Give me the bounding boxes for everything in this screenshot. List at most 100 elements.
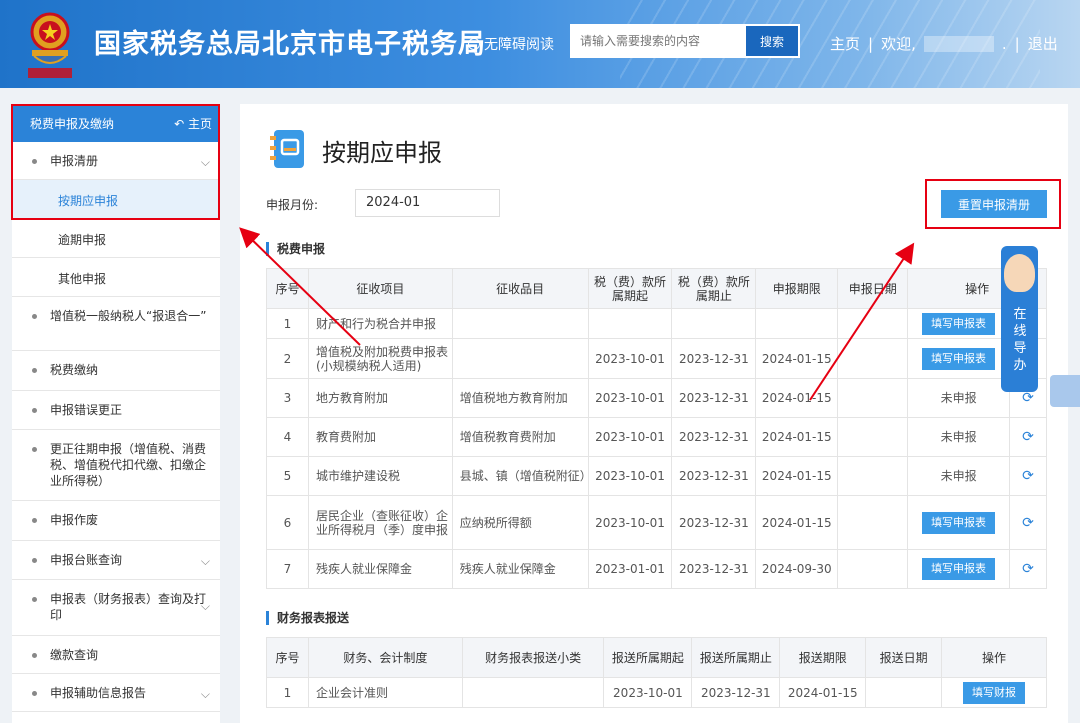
sidebar-item-payment-query[interactable]: 缴款查询 bbox=[12, 636, 220, 674]
page-title: 按期应申报 bbox=[322, 138, 442, 167]
cell-end: 2023-12-31 bbox=[671, 456, 757, 496]
cell-start: 2023-01-01 bbox=[587, 549, 673, 589]
cell-sub: 残疾人就业保障金 bbox=[451, 549, 589, 589]
search-button[interactable]: 搜索 bbox=[746, 26, 798, 56]
site-title: 国家税务总局北京市电子税务局 bbox=[94, 29, 486, 60]
cell-no: 1 bbox=[266, 677, 309, 708]
fill-declaration-button[interactable]: 填写申报表 bbox=[922, 312, 996, 335]
bullet-icon bbox=[32, 691, 37, 696]
financial-report-table: 序号 财务、会计制度 财务报表报送小类 报送所属期起 报送所属期止 报送期限 报… bbox=[266, 637, 1047, 708]
username-mask bbox=[923, 35, 994, 52]
fill-report-button[interactable]: 填写财报 bbox=[963, 681, 1026, 704]
fill-declaration-button[interactable]: 填写申报表 bbox=[922, 558, 996, 580]
search-input[interactable] bbox=[572, 26, 746, 56]
logout-link[interactable]: 退出 bbox=[1028, 33, 1058, 54]
cell-deadline: 2024-09-30 bbox=[755, 549, 839, 589]
cell-deadline: 2024-01-15 bbox=[755, 338, 839, 379]
sidebar-item-label: 申报作废 bbox=[50, 513, 99, 527]
sidebar-item-void[interactable]: 申报作废 bbox=[12, 501, 220, 541]
guide-label: 在线导办 bbox=[1013, 307, 1027, 373]
cell-item: 增值税及附加税费申报表(小规模纳税人适用) bbox=[307, 338, 453, 379]
col-header: 申报期限 bbox=[755, 268, 839, 309]
table-row: 7 残疾人就业保障金 残疾人就业保障金 2023-01-01 2023-12-31 202… bbox=[266, 549, 1047, 589]
nav-separator: | bbox=[868, 34, 874, 53]
cell-start: 2023-10-01 bbox=[603, 677, 693, 708]
sidebar-item-past-correction[interactable]: 更正往期申报（增值税、消费税、增值税代扣代缴、扣缴企业所得税） bbox=[12, 430, 220, 501]
fill-declaration-button[interactable]: 填写申报表 bbox=[922, 347, 996, 370]
home-link[interactable]: 主页 bbox=[830, 33, 860, 54]
cell-date bbox=[837, 338, 909, 379]
cell-sub: 增值税教育费附加 bbox=[451, 417, 589, 457]
section-title-financial: 财务报表报送 bbox=[266, 611, 349, 625]
nav-separator: | bbox=[1014, 34, 1020, 53]
cell-item: 残疾人就业保障金 bbox=[307, 549, 453, 589]
sidebar-item-report-query[interactable]: 申报表（财务报表）查询及打印 ⌵ bbox=[12, 580, 220, 636]
accessibility-link[interactable]: 无障碍阅读 bbox=[468, 34, 554, 54]
col-header: 税（费）款所属期止 bbox=[671, 268, 757, 309]
cell-sub bbox=[451, 308, 589, 339]
chevron-down-icon[interactable]: ⌵ bbox=[201, 686, 210, 702]
col-header: 财务报表报送小类 bbox=[461, 637, 605, 678]
sidebar-item-aux-report[interactable]: 申报辅助信息报告 ⌵ bbox=[12, 674, 220, 712]
month-field[interactable]: 2024-01 bbox=[355, 189, 500, 217]
bullet-icon bbox=[32, 368, 37, 373]
col-header: 操作 bbox=[941, 637, 1047, 678]
col-header: 序号 bbox=[266, 637, 309, 678]
refresh-icon[interactable]: ⟳ bbox=[1022, 515, 1034, 531]
bullet-icon bbox=[32, 558, 37, 563]
sidebar-item-label: 增值税一般纳税人“报退合一” bbox=[50, 309, 207, 323]
chevron-down-icon[interactable]: ⌵ bbox=[201, 553, 210, 569]
cell-end: 2023-12-31 bbox=[671, 338, 757, 379]
refresh-icon[interactable]: ⟳ bbox=[1022, 561, 1034, 577]
accessibility-icon bbox=[468, 38, 480, 50]
cell-refresh: ⟳ bbox=[1009, 495, 1047, 550]
sidebar-item-ledger-query[interactable]: 申报台账查询 ⌵ bbox=[12, 541, 220, 580]
table-row: 5 城市维护建设税 县城、镇（增值税附征） 2023-10-01 2023-12-31 2… bbox=[266, 456, 1047, 496]
cell-end: 2023-12-31 bbox=[691, 677, 781, 708]
cell-no: 5 bbox=[266, 456, 309, 496]
fill-declaration-button[interactable]: 填写申报表 bbox=[922, 511, 996, 534]
refresh-icon[interactable]: ⟳ bbox=[1022, 429, 1034, 445]
cell-end bbox=[671, 308, 757, 339]
cell-deadline: 2024-01-15 bbox=[755, 495, 839, 550]
sidebar-item-vat-refund[interactable]: 增值税一般纳税人“报退合一” bbox=[12, 297, 220, 351]
tax-declaration-table: 序号 征收项目 征收品目 税（费）款所属期起 税（费）款所属期止 申报期限 申报… bbox=[266, 268, 1047, 589]
refresh-icon[interactable]: ⟳ bbox=[1022, 390, 1034, 406]
document-icon bbox=[270, 130, 304, 168]
cell-sub: 增值税地方教育附加 bbox=[451, 378, 589, 418]
sidebar-item-error-correction[interactable]: 申报错误更正 bbox=[12, 391, 220, 430]
cell-op: 填写申报表 bbox=[907, 549, 1010, 589]
chevron-down-icon[interactable]: ⌵ bbox=[201, 598, 210, 614]
user-service-icon[interactable] bbox=[1050, 375, 1080, 407]
table-row: 2 增值税及附加税费申报表(小规模纳税人适用) 2023-10-01 2023-12-… bbox=[266, 338, 1047, 379]
cell-refresh: ⟳ bbox=[1009, 417, 1047, 457]
cell-deadline: 2024-01-15 bbox=[755, 378, 839, 418]
sidebar-item-label: 更正往期申报（增值税、消费税、增值税代扣代缴、扣缴企业所得税） bbox=[50, 442, 207, 488]
status-text: 未申报 bbox=[940, 391, 977, 405]
table-row: 1 企业会计准则 2023-10-01 2023-12-31 2024-01-1… bbox=[266, 677, 1047, 708]
sidebar-sub-other[interactable]: 其他申报 bbox=[12, 258, 220, 297]
cell-sub bbox=[461, 677, 605, 708]
highlight-box-reset bbox=[925, 179, 1061, 229]
welcome-text: 欢迎, bbox=[881, 35, 916, 53]
refresh-icon[interactable]: ⟳ bbox=[1022, 468, 1034, 484]
sidebar-sub-overdue[interactable]: 逾期申报 bbox=[12, 219, 220, 258]
cell-no: 4 bbox=[266, 417, 309, 457]
sidebar-item-tax-payment[interactable]: 税费缴纳 bbox=[12, 351, 220, 391]
cell-start: 2023-10-01 bbox=[587, 338, 673, 379]
cell-date bbox=[837, 378, 909, 418]
cell-end: 2023-12-31 bbox=[671, 495, 757, 550]
cell-date bbox=[837, 549, 909, 589]
col-header: 税（费）款所属期起 bbox=[587, 268, 673, 309]
bullet-icon bbox=[32, 408, 37, 413]
cell-date bbox=[837, 456, 909, 496]
cell-start: 2023-10-01 bbox=[587, 495, 673, 550]
tax-emblem-logo bbox=[28, 12, 72, 78]
main-panel: 按期应申报 申报月份: 2024-01 重置申报清册 税费申报 序号 征收项目 … bbox=[240, 104, 1068, 723]
cell-item: 城市维护建设税 bbox=[307, 456, 453, 496]
cell-start: 2023-10-01 bbox=[587, 378, 673, 418]
online-guide-widget[interactable]: 在线导办 bbox=[1001, 246, 1038, 392]
bullet-icon bbox=[32, 447, 37, 452]
month-label: 申报月份: bbox=[266, 198, 319, 212]
cell-op: 未申报 bbox=[907, 456, 1010, 496]
